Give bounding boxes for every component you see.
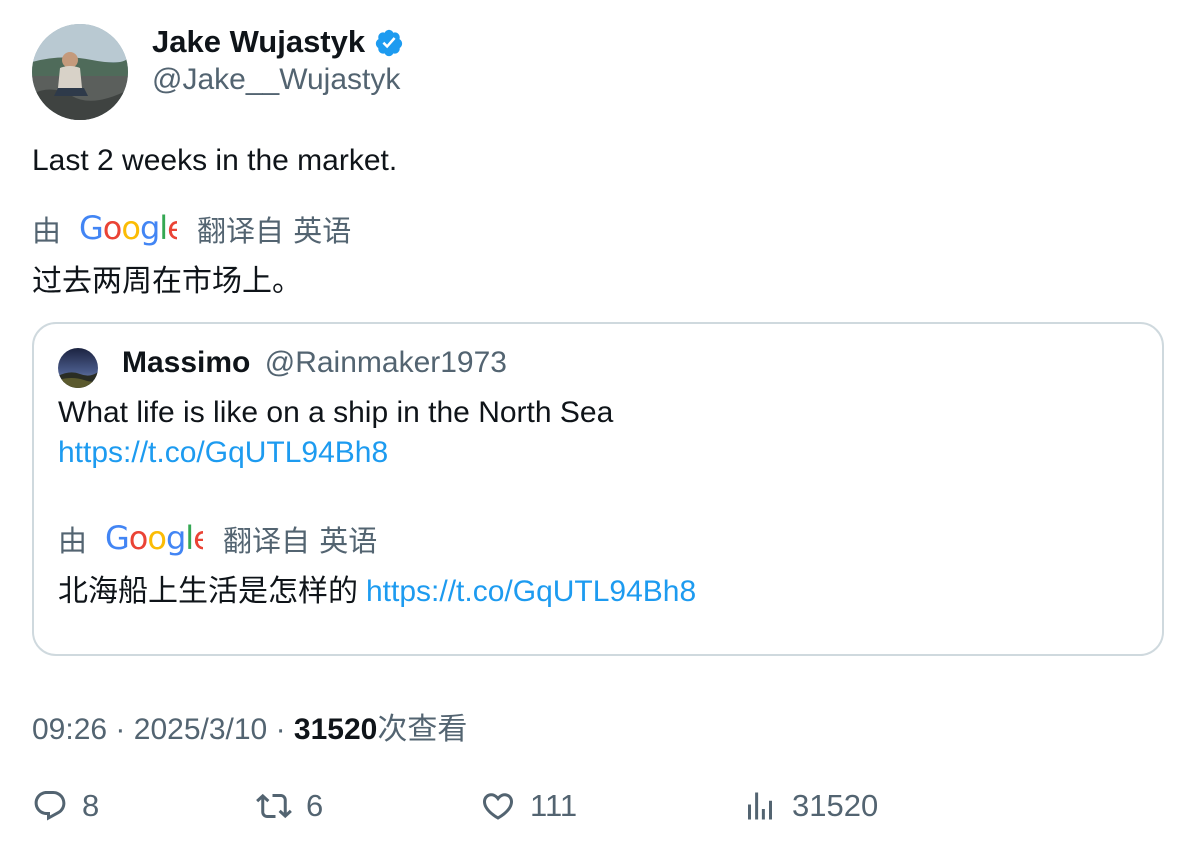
author-name[interactable]: Jake Wujastyk [152,24,365,60]
heart-icon [482,793,514,820]
retweet-button[interactable]: 6 [256,788,323,824]
like-button[interactable]: 111 [480,788,577,824]
translation-attribution: 由 Google 翻译自 英语 [32,208,351,250]
verified-badge-icon [375,29,403,57]
retweet-icon [256,793,292,819]
tweet-metadata: 09:26 · 2025/3/10 · 31520次查看 [32,704,467,748]
quoted-translation-attribution: 由 Google 翻译自 英语 [58,518,377,560]
google-logo-icon: Google [105,521,203,557]
author-handle[interactable]: @Jake__Wujastyk [152,63,400,97]
quoted-tweet-card[interactable]: Massimo @Rainmaker1973 What life is like… [32,322,1164,656]
translated-from-label: 翻译自 英语 [197,214,352,248]
quoted-translated-from-label: 翻译自 英语 [223,524,378,558]
author-avatar-image [32,24,128,120]
quoted-translation-by-label: 由 [58,524,88,558]
quoted-author-header: Massimo @Rainmaker1973 [122,346,507,380]
quoted-tweet-link[interactable]: https://t.co/GqUTL94Bh8 [58,436,388,470]
views-label: 次查看 [377,712,468,747]
reply-icon [34,791,66,821]
quoted-translated-text-row: 北海船上生活是怎样的 https://t.co/GqUTL94Bh8 [58,566,696,610]
translated-tweet-text: 过去两周在市场上。 [32,264,302,299]
quoted-tweet-text: What life is like on a ship in the North… [58,396,614,429]
quoted-translated-link[interactable]: https://t.co/GqUTL94Bh8 [366,575,696,608]
tweet-action-bar: 8 6 111 31520 [0,788,1196,832]
quoted-author-handle: @Rainmaker1973 [264,346,507,379]
quoted-avatar-image [58,348,98,388]
tweet-date[interactable]: 2025/3/10 [134,713,267,746]
author-name-row: Jake Wujastyk [152,22,404,62]
author-avatar[interactable] [32,24,128,120]
tweet-text: Last 2 weeks in the market. [32,144,398,177]
like-count: 111 [530,788,578,823]
views-count: 31520 [293,713,378,746]
reply-button[interactable]: 8 [32,788,99,824]
google-logo-icon: Google [79,211,177,247]
svg-text:Google: Google [79,211,177,247]
reply-count: 8 [82,788,100,823]
analytics-bar-icon [748,792,772,820]
tweet-time[interactable]: 09:26 [32,713,107,746]
quoted-author-name: Massimo [122,346,251,379]
translation-by-label: 由 [32,214,62,248]
views-count-action: 31520 [792,788,879,823]
retweet-count: 6 [306,788,324,823]
meta-separator: · [275,713,286,746]
quoted-translated-text: 北海船上生活是怎样的 [58,574,358,609]
views-button[interactable]: 31520 [742,788,878,824]
quoted-author-avatar[interactable] [58,348,98,388]
svg-text:Google: Google [105,521,203,557]
meta-separator: · [115,713,126,746]
